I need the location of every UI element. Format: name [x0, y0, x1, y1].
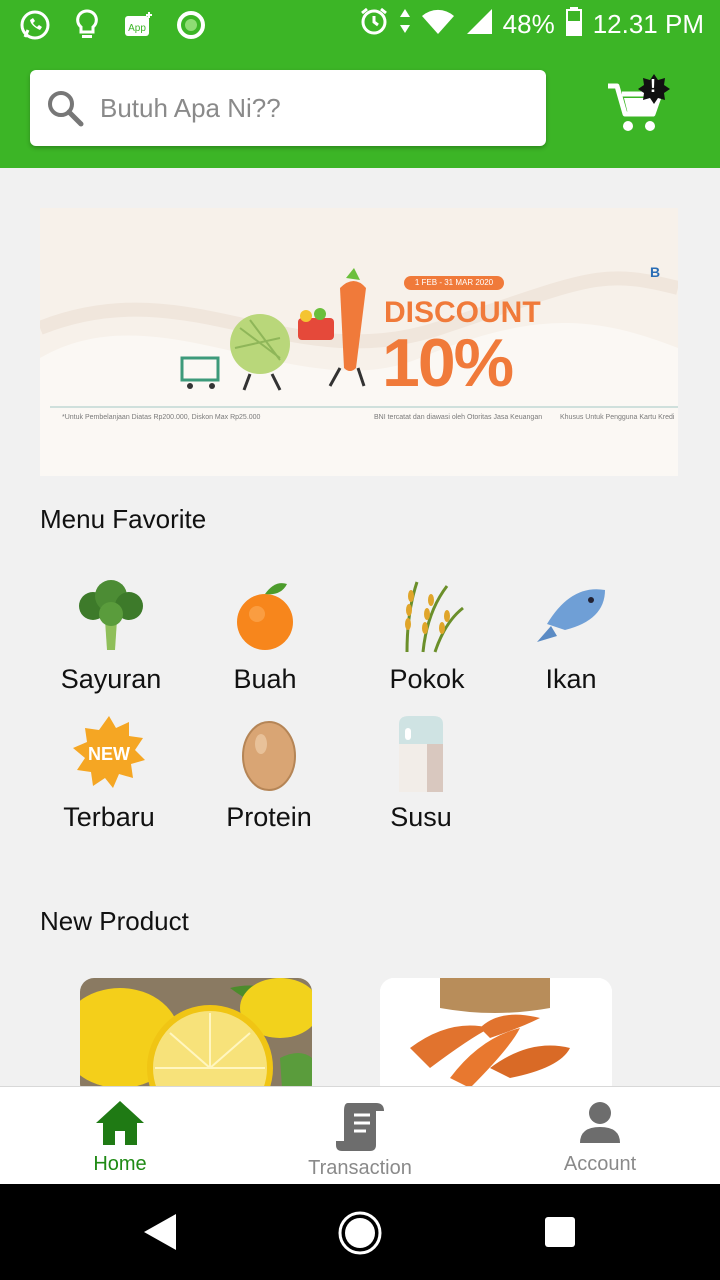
person-icon [580, 1102, 620, 1143]
banner-fine-print-mid: BNI tercatat dan diawasi oleh Otoritas J… [374, 414, 543, 421]
fish-icon [537, 589, 605, 642]
banner-fine-print-right: Khusus Untuk Pengguna Kartu Kredi [560, 414, 675, 421]
nav-transaction[interactable]: Transaction [240, 1087, 480, 1185]
new-product-title: New Product [40, 906, 189, 936]
lemon-image [80, 978, 312, 1098]
bottom-navigation: Home Transaction Account [0, 1086, 720, 1184]
svg-text:App: App [128, 23, 146, 34]
app-header: ! [0, 50, 720, 168]
discount-value: 10% [382, 325, 514, 401]
banner-divider [50, 406, 678, 408]
home-circle-icon[interactable] [337, 1210, 383, 1256]
recents-icon[interactable] [544, 1216, 576, 1248]
alarm-icon [359, 6, 389, 43]
search-bar[interactable] [30, 70, 546, 146]
svg-text:NEW: NEW [88, 744, 130, 764]
rice-icon [405, 581, 464, 653]
search-input[interactable] [100, 92, 520, 124]
back-icon[interactable] [142, 1212, 178, 1252]
nav-home[interactable]: Home [0, 1087, 240, 1185]
nav-account[interactable]: Account [480, 1087, 720, 1185]
search-icon [48, 91, 84, 127]
product-card[interactable] [380, 978, 612, 1098]
category-terbaru[interactable]: NEW Terbaru [34, 714, 184, 833]
banner-illustration [40, 268, 678, 476]
category-label: Buah [233, 664, 297, 694]
system-navigation-bar [0, 1184, 720, 1280]
battery-icon [565, 6, 583, 43]
category-ikan[interactable]: Ikan [496, 576, 646, 695]
app-icon: App [122, 8, 156, 42]
battery-percent: 48% [502, 9, 555, 39]
menu-favorite-title: Menu Favorite [40, 504, 207, 534]
nav-home-label: Home [93, 1153, 147, 1175]
promo-date: 1 FEB - 31 MAR 2020 [404, 276, 504, 290]
category-sayuran[interactable]: Sayuran [36, 576, 186, 695]
category-buah[interactable]: Buah [190, 576, 340, 695]
bank-logo-text: B [650, 264, 661, 280]
promo-banner[interactable]: 1 FEB - 31 MAR 2020 DISCOUNT 10% B *Untu… [40, 208, 678, 476]
category-label: Ikan [545, 664, 597, 694]
cart-badge: ! [650, 76, 656, 96]
category-label: Susu [390, 802, 452, 832]
category-protein[interactable]: Protein [194, 714, 344, 833]
clock-time: 12.31 PM [592, 9, 704, 39]
broccoli-icon [79, 580, 143, 650]
category-label: Sayuran [60, 664, 162, 694]
new-badge-icon: NEW [73, 716, 145, 788]
receipt-icon [336, 1103, 384, 1151]
cart-icon [608, 74, 670, 131]
product-card[interactable] [80, 978, 312, 1098]
category-label: Terbaru [63, 802, 155, 832]
whatsapp-icon [18, 8, 52, 42]
banner-fine-print-left: *Untuk Pembelanjaan Diatas Rp200.000, Di… [62, 414, 261, 421]
egg-icon [242, 721, 296, 791]
signal-icon [465, 7, 493, 42]
status-bar: App 48% 12.31 PM [0, 0, 720, 50]
circle-notification-icon [174, 8, 208, 42]
category-label: Pokok [389, 664, 465, 694]
home-icon [96, 1101, 144, 1145]
data-arrows-icon [399, 7, 411, 42]
nav-transaction-label: Transaction [308, 1157, 412, 1179]
category-label: Protein [226, 802, 312, 832]
wifi-icon [421, 7, 455, 42]
cart-button[interactable]: ! [604, 72, 674, 142]
lightbulb-icon [70, 8, 104, 42]
turmeric-image [380, 978, 612, 1098]
orange-icon [237, 583, 293, 650]
category-susu[interactable]: Susu [346, 714, 496, 833]
category-pokok[interactable]: Pokok [352, 576, 502, 695]
milk-icon [399, 716, 443, 792]
nav-account-label: Account [563, 1153, 637, 1175]
